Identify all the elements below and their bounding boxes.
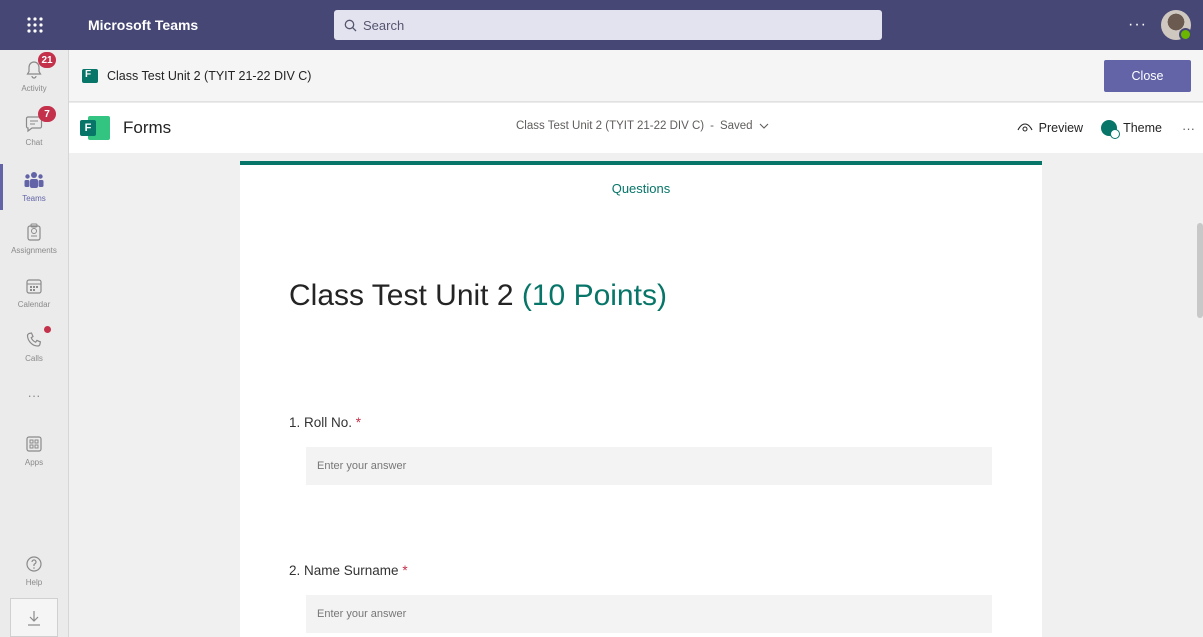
question-text: 2. Name Surname [289, 563, 399, 578]
rail-item-label: Apps [24, 458, 44, 467]
form-card: Questions Class Test Unit 2 (10 Points) … [240, 161, 1042, 637]
close-button[interactable]: Close [1104, 60, 1191, 92]
eye-icon [1017, 123, 1033, 132]
required-marker: * [355, 415, 362, 430]
form-points: (10 Points) [521, 279, 667, 312]
title-separator: - [710, 120, 714, 132]
rail-item-label: Calendar [17, 300, 51, 309]
question-label: 2. Name Surname * [289, 563, 408, 578]
tab-header: Class Test Unit 2 (TYIT 21-22 DIV C) Clo… [69, 50, 1203, 102]
palette-icon [1101, 120, 1121, 139]
forms-logo-icon: F [80, 116, 110, 140]
rail-item-calendar[interactable]: Calendar [0, 274, 68, 309]
assignments-icon [22, 220, 46, 244]
rail-item-label: Chat [25, 138, 43, 147]
rail-item-apps[interactable]: Apps [0, 432, 68, 467]
preview-label: Preview [1038, 121, 1084, 135]
form-title-text: Class Test Unit 2 [289, 279, 514, 312]
avatar[interactable] [1161, 10, 1192, 41]
form-title[interactable]: Class Test Unit 2 (10 Points) [289, 279, 667, 313]
help-icon [22, 552, 46, 576]
search-placeholder: Search [363, 17, 405, 33]
chevron-down-icon [759, 123, 768, 129]
rail-item-label: Calls [25, 354, 43, 363]
document-info[interactable]: Class Test Unit 2 (TYIT 21-22 DIV C) - S… [516, 120, 769, 132]
tab-title: Class Test Unit 2 (TYIT 21-22 DIV C) [107, 68, 312, 83]
rail-item-label: Help [25, 578, 43, 587]
more-apps-label: ··· [27, 388, 41, 403]
name-surname-answer-input[interactable] [306, 595, 992, 633]
form-canvas: Questions Class Test Unit 2 (10 Points) … [69, 153, 1203, 637]
teams-top-bar: Microsoft Teams Search ··· [0, 0, 1203, 50]
more-options-icon[interactable]: ··· [1128, 16, 1147, 34]
rail-item-teams[interactable]: Teams [0, 164, 68, 210]
activity-badge: 21 [38, 52, 56, 68]
rail-item-label: Activity [21, 84, 47, 93]
roll-no-answer-input[interactable] [306, 447, 992, 485]
rail-item-chat[interactable]: 7 Chat [0, 106, 68, 147]
search-box[interactable]: Search [334, 10, 882, 40]
teams-icon [22, 168, 46, 192]
search-icon [344, 19, 357, 31]
tab-questions[interactable]: Questions [240, 181, 1042, 196]
chat-icon: 7 [22, 106, 56, 136]
theme-button[interactable]: Theme [1101, 120, 1162, 139]
app-title: Microsoft Teams [88, 17, 199, 33]
apps-icon [22, 432, 46, 456]
document-title: Class Test Unit 2 (TYIT 21-22 DIV C) [516, 120, 705, 132]
rail-item-label: Assignments [11, 246, 57, 255]
theme-label: Theme [1123, 121, 1162, 135]
rail-item-help[interactable]: Help [0, 552, 68, 587]
app-rail: 21 Activity 7 Chat Teams Assignments Cal… [0, 50, 68, 637]
calls-notification-dot [44, 326, 51, 333]
save-status: Saved [719, 120, 753, 132]
chat-badge: 7 [38, 106, 56, 122]
preview-button[interactable]: Preview [1017, 121, 1083, 135]
calendar-icon [22, 274, 46, 298]
download-icon[interactable] [10, 598, 58, 637]
question-label: 1. Roll No. * [289, 415, 361, 430]
question-text: 1. Roll No. [289, 415, 353, 430]
bell-icon: 21 [22, 52, 56, 82]
rail-item-assignments[interactable]: Assignments [0, 220, 68, 255]
rail-item-activity[interactable]: 21 Activity [0, 52, 68, 93]
forms-toolbar: F Forms Class Test Unit 2 (TYIT 21-22 DI… [69, 103, 1203, 153]
forms-icon [82, 68, 98, 83]
rail-item-calls[interactable]: Calls [0, 326, 68, 363]
rail-item-label: Teams [22, 194, 46, 203]
more-options-icon[interactable]: ··· [1182, 121, 1195, 136]
app-launcher-icon[interactable] [0, 0, 70, 50]
more-apps-icon[interactable]: ··· [0, 388, 68, 403]
scrollbar-thumb[interactable] [1197, 223, 1203, 318]
forms-app-name: Forms [123, 118, 172, 137]
phone-icon [22, 326, 51, 352]
required-marker: * [402, 563, 408, 578]
